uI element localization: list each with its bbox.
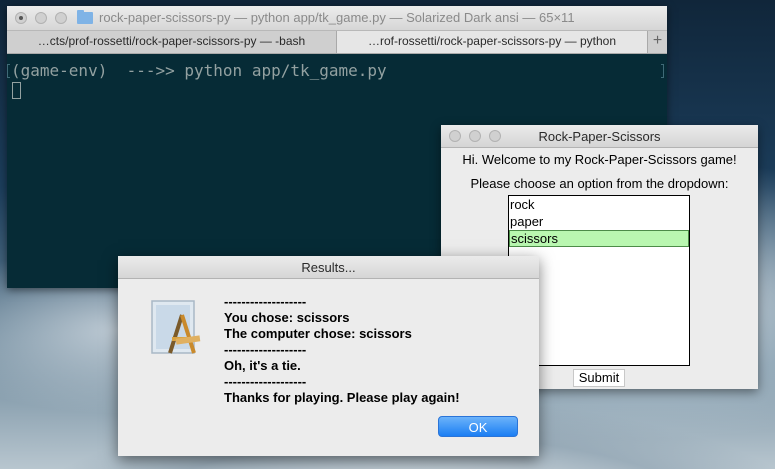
submit-button[interactable]: Submit [573, 369, 625, 387]
tab-python[interactable]: …rof-rossetti/rock-paper-scissors-py — p… [337, 31, 648, 53]
app-icon [151, 300, 201, 354]
mark-bracket-left [7, 64, 10, 78]
results-message: ------------------- You chose: scissors … [224, 294, 460, 406]
terminal-tab-bar: …cts/prof-rossetti/rock-paper-scissors-p… [7, 31, 667, 54]
user-choice-line: You chose: scissors [224, 310, 350, 325]
desktop-background: rock-paper-scissors-py — python app/tk_g… [0, 0, 775, 469]
terminal-title-text: rock-paper-scissors-py — python app/tk_g… [99, 10, 575, 25]
rps-titlebar[interactable]: Rock-Paper-Scissors [441, 125, 758, 148]
option-scissors[interactable]: scissors [509, 230, 689, 247]
separator-line: ------------------- [224, 294, 307, 309]
folder-icon [77, 9, 93, 24]
terminal-titlebar[interactable]: rock-paper-scissors-py — python app/tk_g… [7, 6, 667, 31]
rps-title: Rock-Paper-Scissors [538, 129, 661, 144]
zoom-button[interactable] [55, 12, 67, 24]
separator-line: ------------------- [224, 342, 307, 357]
results-dialog[interactable]: Results... ------------------- You chose… [118, 256, 539, 456]
terminal-command-line: (game-env) --->> python app/tk_game.py [11, 61, 387, 80]
prompt-label: Please choose an option from the dropdow… [470, 176, 729, 191]
outcome-line: Oh, it's a tie. [224, 358, 301, 373]
window-controls [15, 12, 67, 24]
option-paper[interactable]: paper [509, 213, 689, 230]
terminal-cursor [12, 82, 21, 99]
terminal-title: rock-paper-scissors-py — python app/tk_g… [77, 9, 575, 25]
computer-choice-line: The computer chose: scissors [224, 326, 412, 341]
minimize-button[interactable] [35, 12, 47, 24]
new-tab-button[interactable]: + [648, 31, 667, 53]
welcome-label: Hi. Welcome to my Rock-Paper-Scissors ga… [462, 152, 737, 167]
option-rock[interactable]: rock [509, 196, 689, 213]
results-titlebar[interactable]: Results... [118, 256, 539, 279]
thanks-line: Thanks for playing. Please play again! [224, 390, 460, 405]
ok-button[interactable]: OK [438, 416, 518, 437]
tab-bash[interactable]: …cts/prof-rossetti/rock-paper-scissors-p… [7, 31, 337, 53]
close-button[interactable] [15, 12, 27, 24]
separator-line: ------------------- [224, 374, 307, 389]
results-title: Results... [301, 260, 356, 275]
mark-bracket-right [661, 64, 664, 78]
